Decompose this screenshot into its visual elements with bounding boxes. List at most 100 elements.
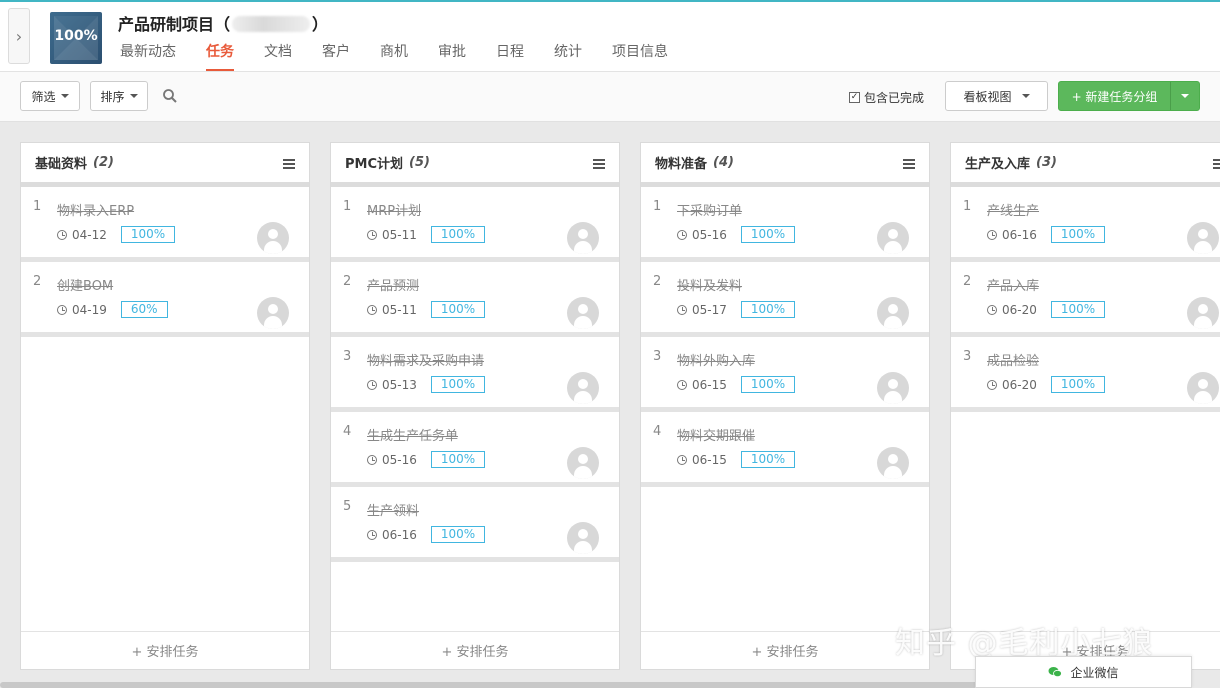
new-task-group-dropdown[interactable] bbox=[1171, 82, 1199, 110]
board-column: 物料准备 (4) 1 下采购订单 05-16 100% 2 投料及发料 05-1… bbox=[640, 142, 930, 670]
assignee-avatar[interactable] bbox=[877, 222, 909, 254]
task-card[interactable]: 5 生产领料 06-16 100% bbox=[331, 487, 619, 562]
tab-opportunities[interactable]: 商机 bbox=[380, 42, 408, 72]
task-number: 1 bbox=[653, 199, 662, 214]
task-title[interactable]: 产品入库 bbox=[987, 275, 1039, 294]
task-card[interactable]: 2 产品入库 06-20 100% bbox=[951, 262, 1220, 337]
clock-icon bbox=[367, 454, 377, 465]
task-card[interactable]: 3 成品检验 06-20 100% bbox=[951, 337, 1220, 412]
progress-badge: 100% bbox=[1050, 376, 1106, 393]
assignee-avatar[interactable] bbox=[1187, 372, 1219, 404]
task-card[interactable]: 1 产线生产 06-16 100% bbox=[951, 187, 1220, 262]
assignee-avatar[interactable] bbox=[1187, 222, 1219, 254]
task-number: 1 bbox=[963, 199, 972, 214]
task-title[interactable]: 物料需求及采购申请 bbox=[367, 350, 484, 369]
tab-documents[interactable]: 文档 bbox=[264, 42, 292, 72]
task-due-date: 06-20 bbox=[1002, 377, 1037, 392]
task-title[interactable]: MRP计划 bbox=[367, 200, 421, 219]
task-title[interactable]: 投料及发料 bbox=[677, 275, 742, 294]
progress-badge: 60% bbox=[120, 301, 168, 318]
column-header: 物料准备 (4) bbox=[641, 143, 929, 187]
task-card[interactable]: 1 MRP计划 05-11 100% bbox=[331, 187, 619, 262]
assignee-avatar[interactable] bbox=[257, 297, 289, 329]
wecom-button[interactable]: 企业微信 bbox=[975, 656, 1192, 688]
tab-customers[interactable]: 客户 bbox=[322, 42, 350, 72]
column-title: 物料准备 bbox=[655, 157, 708, 172]
tab-schedule[interactable]: 日程 bbox=[496, 42, 524, 72]
tab-approval[interactable]: 审批 bbox=[438, 42, 466, 72]
column-count: (3) bbox=[1036, 155, 1057, 170]
search-icon[interactable] bbox=[162, 88, 178, 104]
task-card[interactable]: 2 创建BOM 04-19 60% bbox=[21, 262, 309, 337]
tab-tasks[interactable]: 任务 bbox=[206, 42, 234, 72]
assignee-avatar[interactable] bbox=[567, 222, 599, 254]
task-due-date: 05-11 bbox=[382, 302, 417, 317]
task-title[interactable]: 物料录入ERP bbox=[57, 200, 134, 219]
view-mode-select[interactable]: 看板视图 bbox=[945, 81, 1048, 111]
task-meta: 04-19 60% bbox=[57, 301, 168, 318]
chevron-right-icon: › bbox=[15, 26, 23, 46]
task-meta: 06-16 100% bbox=[367, 526, 486, 543]
task-title[interactable]: 产品预测 bbox=[367, 275, 419, 294]
task-title[interactable]: 生成生产任务单 bbox=[367, 425, 458, 444]
task-card[interactable]: 2 投料及发料 05-17 100% bbox=[641, 262, 929, 337]
add-task-button[interactable]: + 安排任务 bbox=[641, 631, 929, 669]
task-card[interactable]: 4 生成生产任务单 05-16 100% bbox=[331, 412, 619, 487]
column-menu-icon[interactable] bbox=[593, 159, 605, 169]
progress-badge: 100% bbox=[430, 226, 486, 243]
task-card[interactable]: 4 物料交期跟催 06-15 100% bbox=[641, 412, 929, 487]
task-card[interactable]: 1 物料录入ERP 04-12 100% bbox=[21, 187, 309, 262]
filter-button[interactable]: 筛选 bbox=[20, 81, 80, 111]
include-completed-label: 包含已完成 bbox=[864, 91, 925, 105]
tab-activity[interactable]: 最新动态 bbox=[120, 42, 176, 72]
task-number: 2 bbox=[343, 274, 352, 289]
filter-label: 筛选 bbox=[31, 89, 56, 104]
column-menu-icon[interactable] bbox=[903, 159, 915, 169]
sidebar-toggle-button[interactable]: › bbox=[8, 8, 30, 64]
assignee-avatar[interactable] bbox=[877, 297, 909, 329]
assignee-avatar[interactable] bbox=[877, 447, 909, 479]
column-menu-icon[interactable] bbox=[1213, 159, 1220, 169]
tab-project-info[interactable]: 项目信息 bbox=[612, 42, 668, 72]
task-title[interactable]: 下采购订单 bbox=[677, 200, 742, 219]
column-header: PMC计划 (5) bbox=[331, 143, 619, 187]
assignee-avatar[interactable] bbox=[567, 372, 599, 404]
column-title: PMC计划 bbox=[345, 157, 404, 172]
add-task-button[interactable]: + 安排任务 bbox=[21, 631, 309, 669]
horizontal-scrollbar[interactable] bbox=[0, 682, 980, 688]
clock-icon bbox=[367, 304, 377, 315]
column-header: 生产及入库 (3) bbox=[951, 143, 1220, 187]
project-title-close-paren: ） bbox=[312, 15, 329, 34]
include-completed-checkbox[interactable]: ✓ 包含已完成 bbox=[849, 89, 924, 106]
add-task-button[interactable]: + 安排任务 bbox=[331, 631, 619, 669]
assignee-avatar[interactable] bbox=[257, 222, 289, 254]
task-title[interactable]: 成品检验 bbox=[987, 350, 1039, 369]
column-menu-icon[interactable] bbox=[283, 159, 295, 169]
task-card[interactable]: 3 物料外购入库 06-15 100% bbox=[641, 337, 929, 412]
task-due-date: 04-12 bbox=[72, 227, 107, 242]
task-title[interactable]: 生产领料 bbox=[367, 500, 419, 519]
task-card[interactable]: 2 产品预测 05-11 100% bbox=[331, 262, 619, 337]
task-number: 1 bbox=[33, 199, 42, 214]
task-title[interactable]: 物料交期跟催 bbox=[677, 425, 755, 444]
tab-statistics[interactable]: 统计 bbox=[554, 42, 582, 72]
new-task-group-button[interactable]: + 新建任务分组 bbox=[1058, 81, 1200, 111]
task-title[interactable]: 产线生产 bbox=[987, 200, 1039, 219]
assignee-avatar[interactable] bbox=[877, 372, 909, 404]
task-number: 5 bbox=[343, 499, 352, 514]
project-header: › 100% 产品研制项目（ ） 最新动态 任务 文档 客户 商机 审批 日程 统… bbox=[0, 0, 1220, 72]
new-task-group-main[interactable]: + 新建任务分组 bbox=[1059, 82, 1171, 110]
task-card[interactable]: 1 下采购订单 05-16 100% bbox=[641, 187, 929, 262]
assignee-avatar[interactable] bbox=[1187, 297, 1219, 329]
assignee-avatar[interactable] bbox=[567, 297, 599, 329]
task-title[interactable]: 创建BOM bbox=[57, 275, 113, 294]
caret-down-icon bbox=[60, 94, 69, 98]
task-card[interactable]: 3 物料需求及采购申请 05-13 100% bbox=[331, 337, 619, 412]
assignee-avatar[interactable] bbox=[567, 447, 599, 479]
task-due-date: 05-17 bbox=[692, 302, 727, 317]
task-title[interactable]: 物料外购入库 bbox=[677, 350, 755, 369]
sort-button[interactable]: 排序 bbox=[90, 81, 148, 111]
task-meta: 05-11 100% bbox=[367, 301, 486, 318]
wechat-icon bbox=[1048, 667, 1063, 678]
assignee-avatar[interactable] bbox=[567, 522, 599, 554]
